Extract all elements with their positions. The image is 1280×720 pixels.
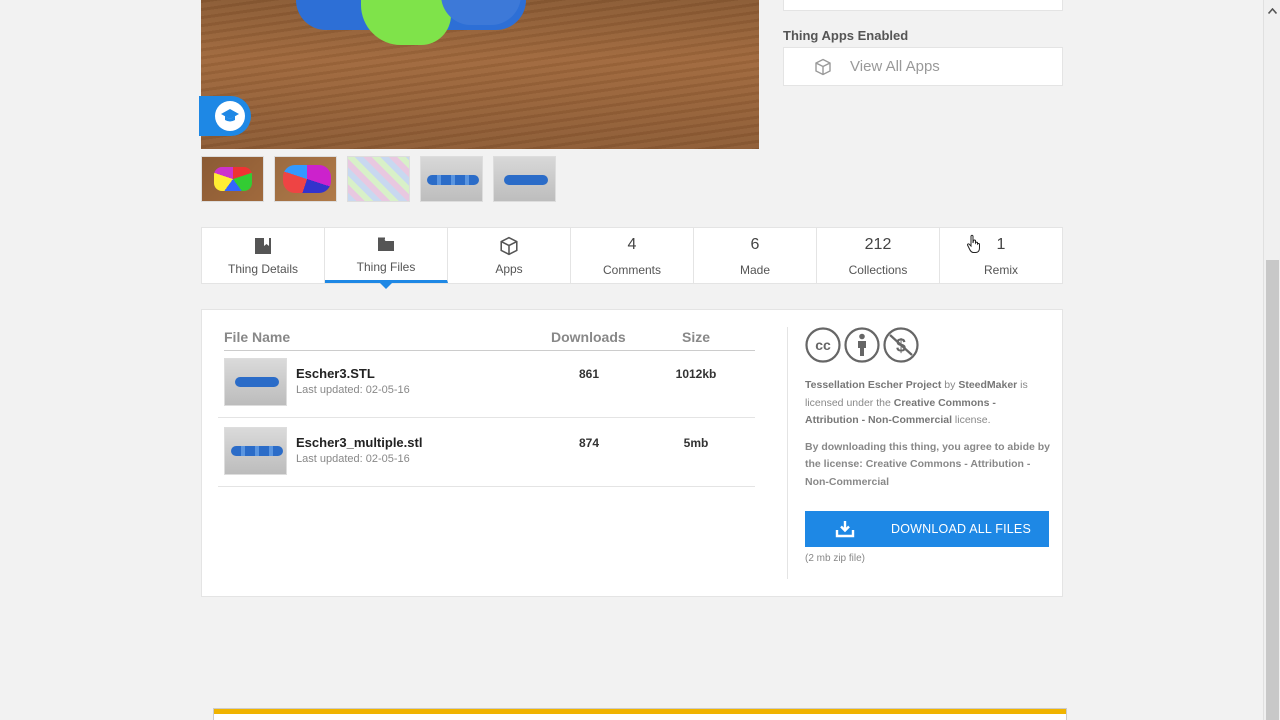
cube-icon — [500, 236, 518, 255]
tab-label: Apps — [495, 261, 523, 276]
non-commercial-icon: $ — [883, 327, 919, 363]
tab-remix[interactable]: 1 Remix — [940, 228, 1062, 283]
files-table-header: File Name Downloads Size — [224, 329, 755, 351]
tab-count: 6 — [750, 236, 760, 253]
file-row[interactable]: Escher3.STL Last updated: 02-05-16 861 1… — [218, 349, 755, 418]
tab-count: 4 — [627, 236, 637, 253]
creative-commons-icon: cc — [805, 327, 841, 363]
file-row[interactable]: Escher3_multiple.stl Last updated: 02-05… — [218, 418, 755, 487]
thumbnail-1[interactable] — [201, 156, 264, 202]
file-thumbnail[interactable] — [224, 427, 287, 475]
zip-size-note: (2 mb zip file) — [805, 553, 866, 564]
tab-apps[interactable]: Apps — [448, 228, 571, 283]
tab-thing-files[interactable]: Thing Files — [325, 228, 448, 289]
thumbnail-4[interactable] — [420, 156, 483, 202]
file-size: 1012kb — [675, 367, 717, 381]
tab-count: 212 — [864, 236, 892, 253]
scroll-up-arrow-icon[interactable] — [1268, 8, 1277, 14]
license-text: Tessellation Escher Project by SteedMake… — [805, 377, 1050, 430]
tab-label: Made — [739, 263, 771, 277]
thumbnail-5[interactable] — [493, 156, 556, 202]
apps-section-title: Thing Apps Enabled — [783, 28, 909, 43]
file-updated: Last updated: 02-05-16 — [296, 453, 410, 465]
thing-name-link[interactable]: Tessellation Escher Project — [805, 379, 941, 391]
thumbnail-2[interactable] — [274, 156, 337, 202]
download-icon — [835, 521, 855, 538]
license-section: cc $ Tessellation Escher Project by Stee… — [805, 327, 1050, 564]
svg-text:cc: cc — [815, 337, 831, 353]
scrollbar-thumb[interactable] — [1266, 260, 1279, 720]
tab-label: Comments — [602, 263, 661, 277]
file-name-link[interactable]: Escher3_multiple.stl — [296, 435, 422, 450]
file-downloads: 861 — [578, 367, 600, 381]
tab-label: Thing Details — [227, 261, 299, 276]
tab-thing-details[interactable]: Thing Details — [202, 228, 325, 283]
thing-main-image[interactable] — [201, 0, 759, 149]
file-thumbnail[interactable] — [224, 358, 287, 406]
bookmark-icon — [255, 237, 271, 254]
cc-license-icons[interactable]: cc $ — [805, 327, 1050, 363]
file-updated: Last updated: 02-05-16 — [296, 384, 410, 396]
panel-divider — [787, 327, 788, 579]
license-by: by — [941, 379, 959, 391]
tab-made[interactable]: 6 Made — [694, 228, 817, 283]
license-suffix: license. — [952, 414, 991, 426]
tab-label: Thing Files — [356, 260, 416, 274]
thing-tabs: Thing Details Thing Files Apps 4 Comment… — [201, 227, 1063, 289]
header-file-name: File Name — [224, 329, 291, 345]
file-name-link[interactable]: Escher3.STL — [296, 366, 375, 381]
banner-accent-bar — [214, 709, 1066, 714]
tab-count: 1 — [996, 236, 1006, 253]
tab-collections[interactable]: 212 Collections — [817, 228, 940, 283]
folder-icon — [378, 237, 394, 251]
header-downloads: Downloads — [551, 329, 626, 345]
tab-label: Collections — [848, 263, 908, 277]
view-all-apps-button[interactable]: View All Apps — [783, 47, 1063, 86]
hand-cursor-icon — [966, 234, 980, 253]
thing-files-panel: File Name Downloads Size Escher3.STL Las… — [201, 309, 1063, 597]
download-all-label: DOWNLOAD ALL FILES — [891, 522, 1031, 536]
license-agreement: By downloading this thing, you agree to … — [805, 440, 1051, 488]
sidebar-top-box — [783, 0, 1063, 11]
file-size: 5mb — [683, 436, 709, 450]
page-scrollbar[interactable] — [1263, 0, 1280, 720]
header-size: Size — [682, 329, 711, 345]
download-all-files-button[interactable]: DOWNLOAD ALL FILES — [805, 511, 1049, 547]
image-thumbnails — [201, 156, 556, 202]
file-downloads: 874 — [578, 436, 600, 450]
thumbnail-3[interactable] — [347, 156, 410, 202]
tab-comments[interactable]: 4 Comments — [571, 228, 694, 283]
author-link[interactable]: SteedMaker — [958, 379, 1017, 391]
cube-icon — [815, 58, 831, 75]
graduation-cap-icon — [221, 109, 239, 122]
education-badge[interactable] — [199, 96, 251, 136]
view-all-apps-label: View All Apps — [850, 58, 940, 75]
tab-label: Remix — [983, 263, 1018, 277]
bottom-banner — [213, 708, 1067, 720]
attribution-icon — [844, 327, 880, 363]
